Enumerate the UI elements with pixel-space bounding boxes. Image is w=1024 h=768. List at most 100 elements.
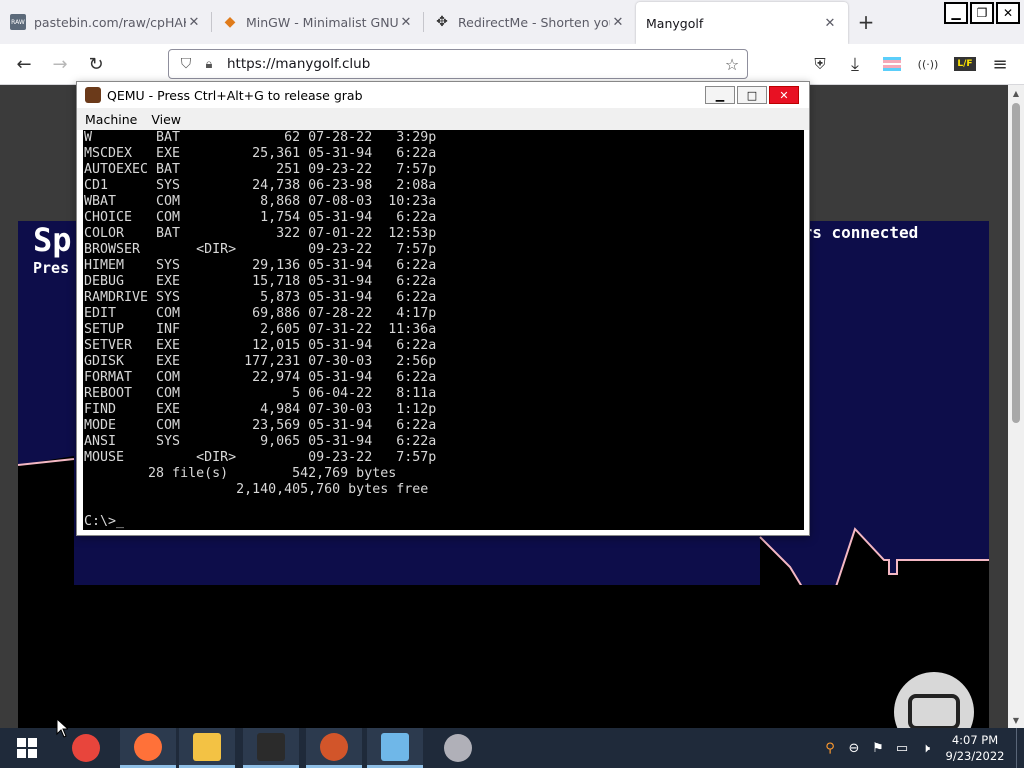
minimize-window-button[interactable]: ▁ bbox=[944, 2, 968, 24]
console-line: CD1 SYS 24,738 06-23-98 2:08a bbox=[84, 178, 437, 193]
tab-close-icon[interactable]: ✕ bbox=[822, 16, 838, 31]
volume-tray-icon[interactable]: 🕨 bbox=[914, 736, 938, 760]
qemu-window-title: QEMU - Press Ctrl+Alt+G to release grab bbox=[107, 87, 363, 103]
windows-taskbar: ⚲ ⊖ ⚑ ▭ 🕨 4:07 PM 9/23/2022 bbox=[0, 728, 1024, 768]
page-scrollbar[interactable]: ▲ ▼ bbox=[1008, 85, 1024, 728]
console-line: MODE COM 23,569 05-31-94 6:22a bbox=[84, 418, 437, 433]
tab-title: Manygolf bbox=[646, 15, 704, 31]
game-instruction-text: Pres bbox=[33, 259, 70, 277]
hamburger-menu-icon[interactable]: ≡ bbox=[988, 52, 1012, 76]
taskbar-app-button[interactable] bbox=[306, 728, 362, 768]
tab-pastebin[interactable]: RAW pastebin.com/raw/cpHAKawE ✕ bbox=[0, 0, 212, 44]
navigation-bar: ← → ↻ ⛉ 🔒︎ https://manygolf.club ☆ ⛨ ⤓ (… bbox=[0, 44, 1024, 85]
lock-icon[interactable]: 🔒︎ bbox=[199, 57, 219, 72]
game-title-text: Sp bbox=[33, 221, 72, 259]
console-line: 2,140,405,760 bytes free bbox=[84, 482, 429, 497]
console-line: DEBUG EXE 15,718 05-31-94 6:22a bbox=[84, 274, 437, 289]
flag-icon bbox=[883, 57, 901, 71]
console-line: WBAT COM 8,868 07-08-03 10:23a bbox=[84, 194, 437, 209]
pocket-icon[interactable]: ⛨ bbox=[808, 52, 832, 76]
tab-mingw[interactable]: ◆ MinGW - Minimalist GNU for ✕ bbox=[212, 0, 424, 44]
dos-console-screen[interactable]: W BAT 62 07-28-22 3:29p MSCDEX EXE 25,361… bbox=[83, 130, 804, 530]
qemu-icon bbox=[320, 732, 348, 761]
url-bar[interactable]: ⛉ 🔒︎ https://manygolf.club ☆ bbox=[168, 49, 748, 79]
windows-logo-icon bbox=[17, 738, 37, 758]
pastebin-favicon-icon: RAW bbox=[10, 14, 26, 30]
browser-tab-bar: RAW pastebin.com/raw/cpHAKawE ✕ ◆ MinGW … bbox=[0, 0, 1024, 44]
qemu-minimize-button[interactable]: ▁ bbox=[705, 86, 735, 104]
console-line: 28 file(s) 542,769 bytes bbox=[84, 466, 397, 481]
console-line: MOUSE <DIR> 09-23-22 7:57p bbox=[84, 450, 437, 465]
taskbar-app-button[interactable] bbox=[179, 728, 235, 768]
qemu-window[interactable]: QEMU - Press Ctrl+Alt+G to release grab … bbox=[76, 81, 810, 536]
chrome-icon bbox=[72, 734, 100, 762]
show-desktop-button[interactable] bbox=[1016, 728, 1024, 768]
back-arrow-icon[interactable]: ← bbox=[12, 52, 36, 76]
tracking-shield-icon[interactable]: ⛉ bbox=[173, 56, 199, 72]
menu-machine[interactable]: Machine bbox=[85, 112, 137, 127]
command-prompt-icon bbox=[257, 732, 285, 761]
extension-radio-icon[interactable]: ((·)) bbox=[916, 52, 940, 76]
chat-bubble-icon bbox=[908, 694, 960, 728]
qemu-title-bar[interactable]: QEMU - Press Ctrl+Alt+G to release grab bbox=[77, 82, 809, 108]
tab-close-icon[interactable]: ✕ bbox=[186, 15, 202, 30]
extension-flag-icon[interactable] bbox=[880, 52, 904, 76]
mingw-favicon-icon: ◆ bbox=[224, 14, 236, 30]
tab-title: RedirectMe - Shorten your UR bbox=[458, 14, 610, 30]
console-line: FIND EXE 4,984 07-30-03 1:12p bbox=[84, 402, 437, 417]
players-connected-text: ers connected bbox=[793, 223, 919, 242]
tab-manygolf[interactable]: Manygolf ✕ bbox=[636, 2, 848, 44]
tab-redirectme[interactable]: ✥ RedirectMe - Shorten your UR ✕ bbox=[424, 0, 636, 44]
network-tray-icon[interactable]: ⚑ bbox=[866, 736, 890, 760]
taskbar-app-button[interactable] bbox=[367, 728, 423, 768]
downloads-icon[interactable]: ⤓ bbox=[843, 52, 867, 76]
console-line: BROWSER <DIR> 09-23-22 7:57p bbox=[84, 242, 437, 257]
console-line: SETUP INF 2,605 07-31-22 11:36a bbox=[84, 322, 437, 337]
window-controls: ▁ ❐ ✕ bbox=[942, 2, 1020, 24]
display-tray-icon[interactable]: ▭ bbox=[890, 736, 914, 760]
taskbar-clock[interactable]: 4:07 PM 9/23/2022 bbox=[938, 732, 1012, 764]
console-line: HIMEM SYS 29,136 05-31-94 6:22a bbox=[84, 258, 437, 273]
bookmark-star-icon[interactable]: ☆ bbox=[717, 55, 747, 74]
qemu-app-icon bbox=[85, 87, 101, 103]
search-tray-icon[interactable]: ⚲ bbox=[818, 736, 842, 760]
new-tab-button[interactable]: + bbox=[848, 0, 884, 44]
start-button[interactable] bbox=[0, 728, 54, 768]
notepad-icon bbox=[381, 732, 409, 761]
console-line: FORMAT COM 22,974 05-31-94 6:22a bbox=[84, 370, 437, 385]
redirectme-favicon-icon: ✥ bbox=[436, 14, 448, 30]
taskbar-app-button[interactable] bbox=[120, 728, 176, 768]
console-line: MSCDEX EXE 25,361 05-31-94 6:22a bbox=[84, 146, 437, 161]
console-line: SETVER EXE 12,015 05-31-94 6:22a bbox=[84, 338, 437, 353]
console-line: EDIT COM 69,886 07-28-22 4:17p bbox=[84, 306, 437, 321]
console-line: COLOR BAT 322 07-01-22 12:53p bbox=[84, 226, 437, 241]
scrollbar-thumb[interactable] bbox=[1012, 103, 1020, 423]
console-line: W BAT 62 07-28-22 3:29p bbox=[84, 130, 437, 145]
console-line: REBOOT COM 5 06-04-22 8:11a bbox=[84, 386, 437, 401]
qemu-maximize-button[interactable]: □ bbox=[737, 86, 767, 104]
restore-window-button[interactable]: ❐ bbox=[970, 2, 994, 24]
reload-icon[interactable]: ↻ bbox=[84, 52, 108, 76]
tab-title: pastebin.com/raw/cpHAKawE bbox=[34, 14, 186, 30]
url-text[interactable]: https://manygolf.club bbox=[219, 56, 717, 72]
notification-tray-icon[interactable]: ⊖ bbox=[842, 736, 866, 760]
extension-lf-icon[interactable]: L/F bbox=[953, 52, 977, 76]
tab-close-icon[interactable]: ✕ bbox=[398, 15, 414, 30]
tab-close-icon[interactable]: ✕ bbox=[610, 15, 626, 30]
qemu-close-button[interactable]: ✕ bbox=[769, 86, 799, 104]
close-window-button[interactable]: ✕ bbox=[996, 2, 1020, 24]
console-line: C:\>_ bbox=[84, 514, 125, 529]
console-line: RAMDRIVE SYS 5,873 05-31-94 6:22a bbox=[84, 290, 437, 305]
scroll-up-arrow-icon[interactable]: ▲ bbox=[1008, 85, 1024, 101]
clock-time: 4:07 PM bbox=[951, 733, 999, 747]
scroll-down-arrow-icon[interactable]: ▼ bbox=[1008, 712, 1024, 728]
taskbar-app-button[interactable] bbox=[243, 728, 299, 768]
file-explorer-icon bbox=[193, 732, 221, 761]
menu-view[interactable]: View bbox=[151, 112, 181, 127]
forward-arrow-icon[interactable]: → bbox=[48, 52, 72, 76]
clock-date: 9/23/2022 bbox=[945, 749, 1005, 763]
console-line: CHOICE COM 1,754 05-31-94 6:22a bbox=[84, 210, 437, 225]
console-line: GDISK EXE 177,231 07-30-03 2:56p bbox=[84, 354, 437, 369]
printer-app-icon bbox=[444, 734, 472, 762]
taskbar-app-button[interactable] bbox=[430, 728, 486, 768]
